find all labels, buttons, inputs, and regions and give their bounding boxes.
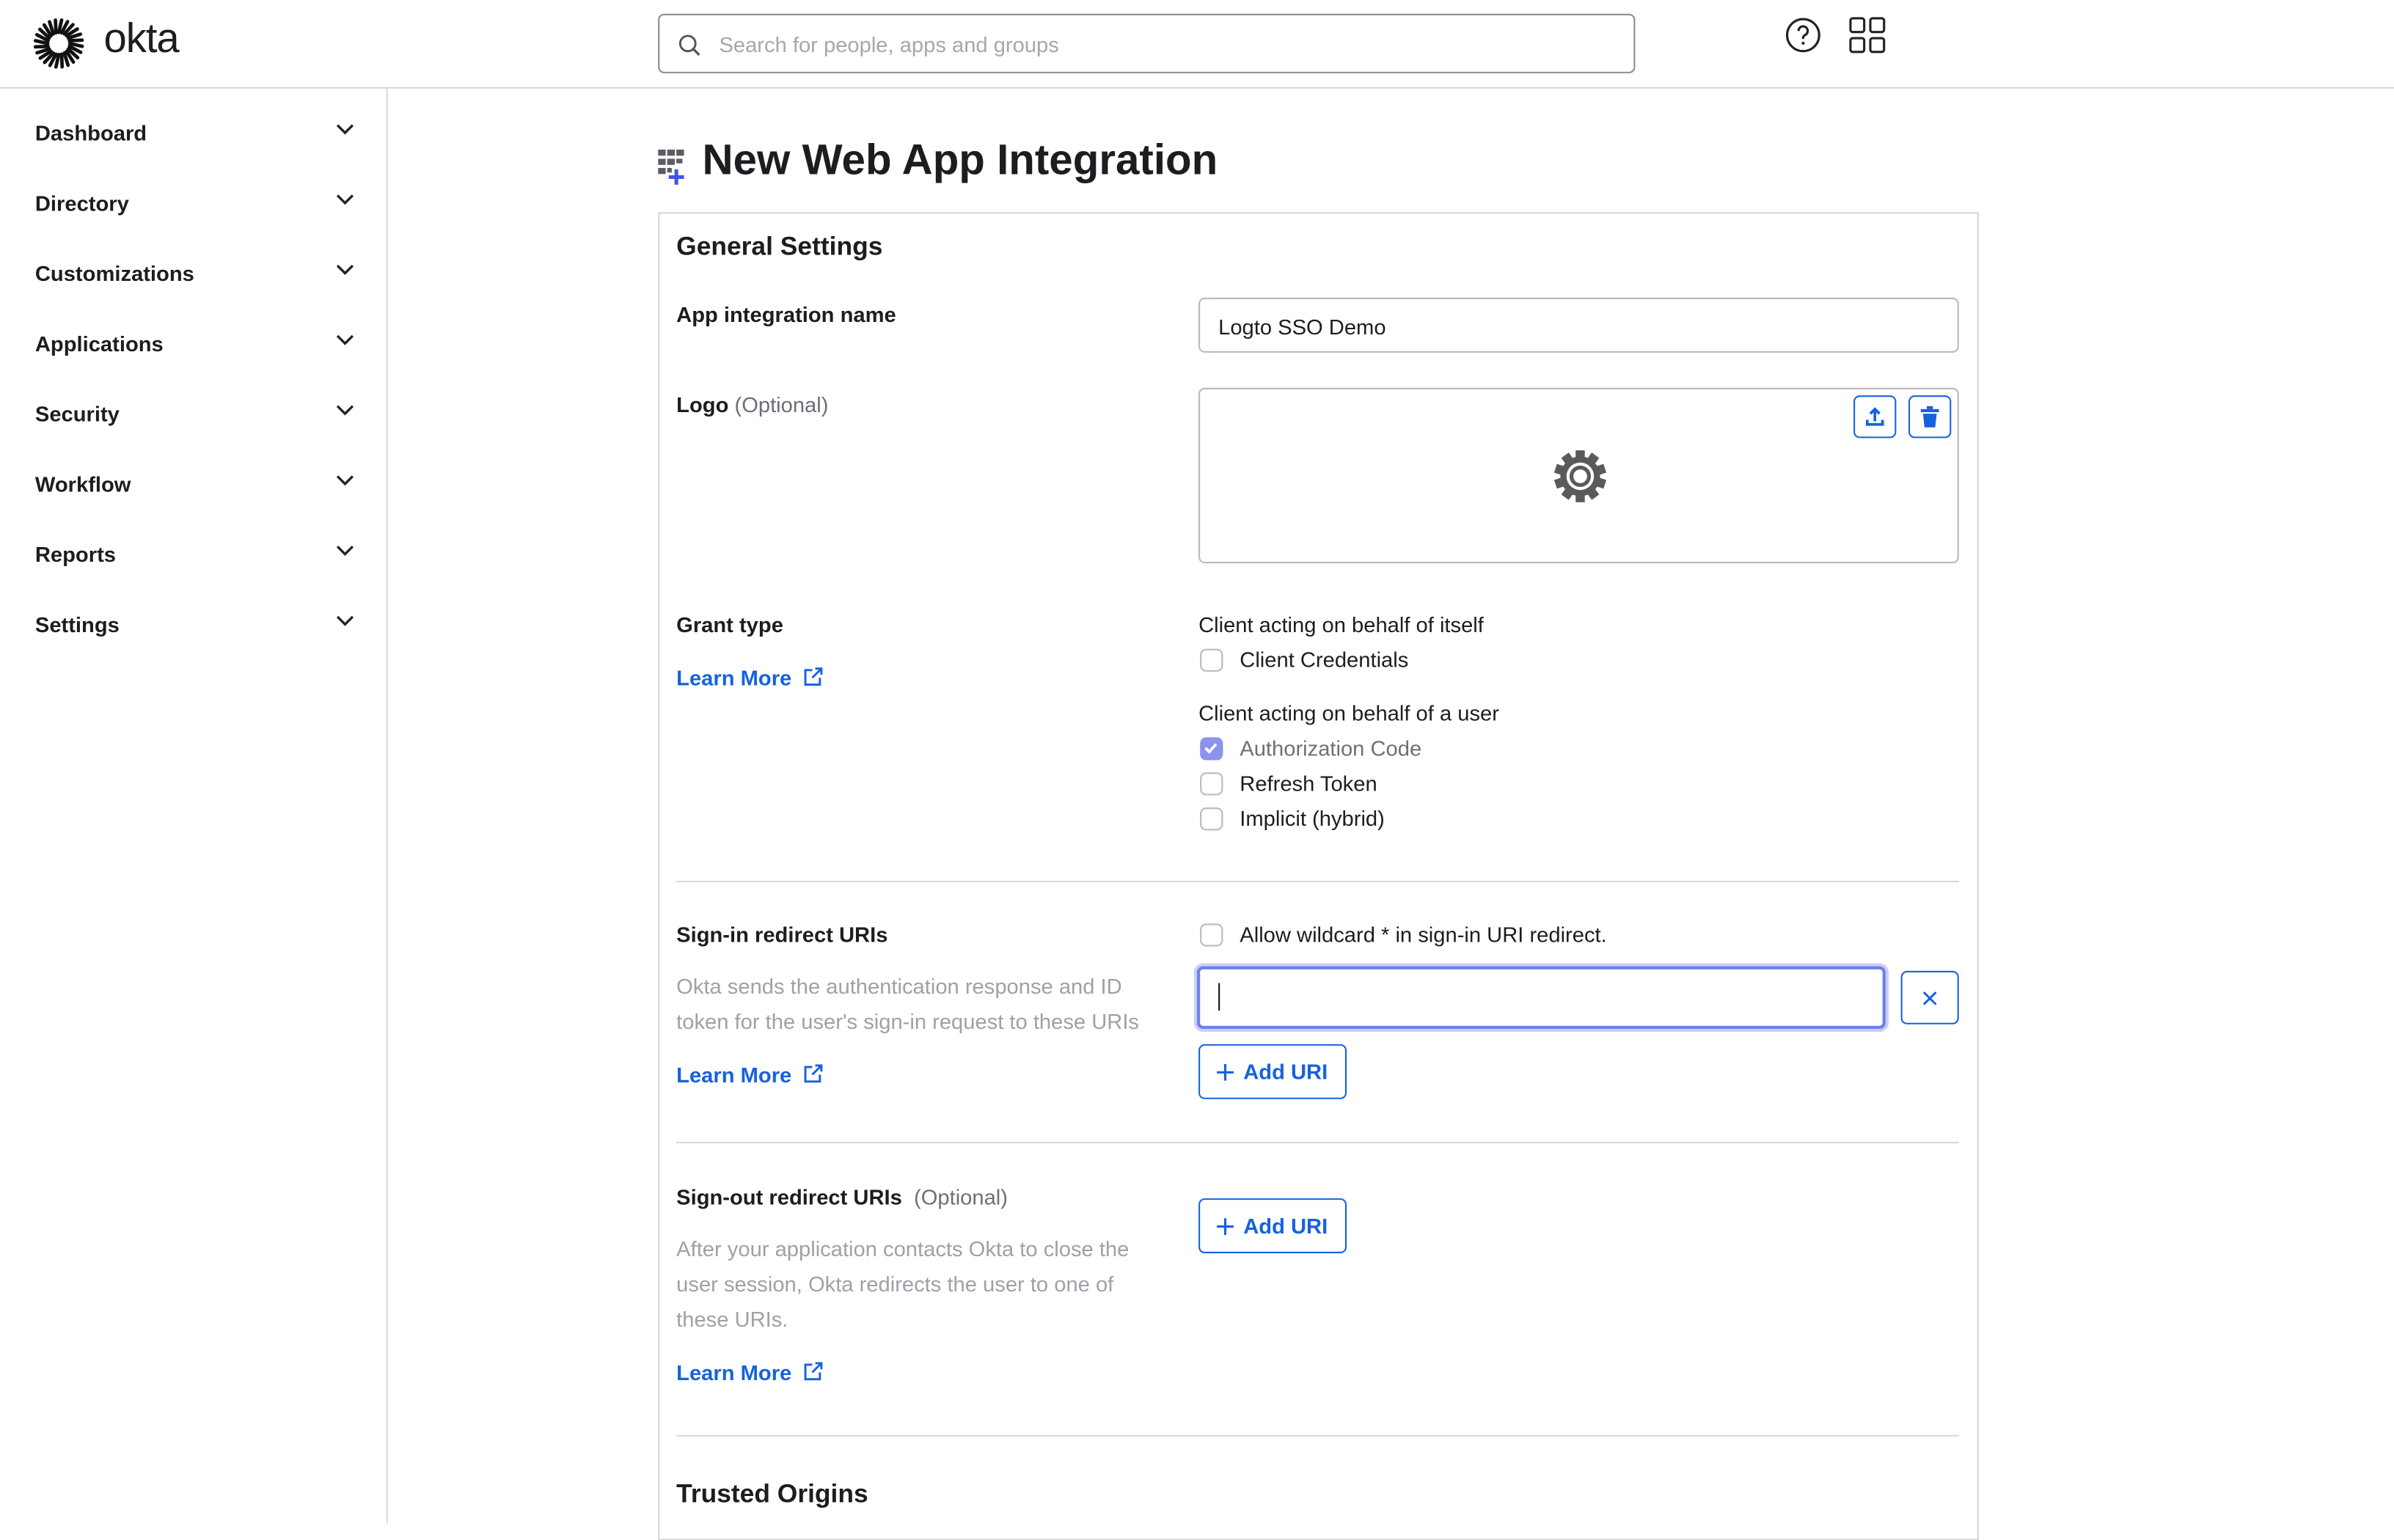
signin-label: Sign-in redirect URIs (676, 922, 888, 947)
signout-label-text: Sign-out redirect URIs (676, 1184, 902, 1209)
sidebar-item-label: Directory (34, 191, 129, 216)
add-uri-label: Add URI (1243, 1213, 1328, 1239)
signout-add-uri-button[interactable]: Add URI (1198, 1198, 1347, 1254)
signout-desc-line: these URIs. (676, 1306, 788, 1332)
sidebar-item-reports[interactable]: Reports (35, 531, 364, 576)
signin-desc-line: token for the user's sign-in request to … (676, 1008, 1139, 1034)
divider (676, 1142, 1959, 1144)
gear-icon (1553, 450, 1607, 502)
plus-icon (1217, 1217, 1234, 1234)
external-link-icon (805, 667, 824, 686)
signin-uri-input[interactable] (1196, 966, 1886, 1030)
remove-uri-button[interactable] (1900, 970, 1959, 1024)
grant-option-label: Implicit (hybrid) (1240, 806, 1385, 831)
sidebar-item-label: Customizations (34, 260, 194, 286)
learn-more-text: Learn More (676, 1062, 792, 1088)
grant-option-label: Refresh Token (1240, 771, 1377, 796)
sidebar-item-security[interactable]: Security (35, 391, 364, 436)
close-icon (1922, 990, 1937, 1005)
chevron-down-icon (336, 194, 354, 205)
text-cursor (1218, 983, 1220, 1011)
add-uri-label: Add URI (1243, 1059, 1328, 1084)
brand-name[interactable]: okta (104, 15, 180, 63)
delete-logo-button[interactable] (1908, 395, 1952, 439)
signin-desc-line: Okta sends the authentication response a… (676, 974, 1122, 999)
logo-label: Logo (Optional) (676, 392, 828, 417)
chevron-down-icon (336, 475, 354, 486)
chevron-down-icon (336, 546, 354, 556)
chevron-down-icon (336, 405, 354, 416)
sidebar-item-directory[interactable]: Directory (35, 180, 364, 226)
chevron-down-icon (336, 265, 354, 275)
signout-desc-line: After your application contacts Okta to … (676, 1236, 1130, 1261)
external-link-icon (805, 1362, 824, 1381)
signout-label: Sign-out redirect URIs (Optional) (676, 1184, 1008, 1209)
grant-group1-label: Client acting on behalf of itself (1198, 612, 1484, 637)
grant-group2-label: Client acting on behalf of a user (1198, 700, 1499, 725)
sidebar-item-label: Dashboard (34, 120, 147, 145)
grant-checkbox[interactable] (1200, 772, 1223, 796)
top-header: okta Search for people, apps and groups (0, 0, 2394, 89)
app-name-input[interactable]: Logto SSO Demo (1198, 297, 1959, 353)
trusted-origins-heading: Trusted Origins (676, 1479, 868, 1508)
grant-checkbox[interactable] (1200, 807, 1223, 831)
signin-learn-more-link[interactable]: Learn More (676, 1063, 824, 1087)
upload-logo-button[interactable] (1853, 395, 1897, 439)
sidebar: Dashboard Directory Customizations Applicat… (0, 88, 388, 1524)
grant-type-label: Grant type (676, 612, 783, 637)
app-name-value: Logto SSO Demo (1218, 314, 1386, 340)
upload-icon (1865, 407, 1884, 426)
logo-label-text: Logo (676, 392, 729, 417)
learn-more-text: Learn More (676, 665, 792, 690)
sidebar-item-workflow[interactable]: Workflow (35, 461, 364, 507)
okta-logo-icon (33, 18, 84, 69)
trash-icon (1920, 406, 1939, 428)
new-app-icon (658, 149, 684, 185)
signout-learn-more-link[interactable]: Learn More (676, 1360, 824, 1385)
sidebar-item-label: Workflow (34, 472, 131, 496)
grant-option-label: Authorization Code (1240, 736, 1422, 760)
help-icon[interactable] (1784, 17, 1821, 54)
external-link-icon (805, 1064, 824, 1083)
learn-more-text: Learn More (676, 1360, 792, 1385)
chevron-down-icon (336, 334, 354, 345)
wildcard-checkbox[interactable] (1200, 923, 1223, 947)
app-grid-icon[interactable] (1849, 17, 1886, 54)
signin-add-uri-button[interactable]: Add URI (1198, 1044, 1347, 1099)
search-input[interactable]: Search for people, apps and groups (658, 13, 1636, 73)
signout-desc-line: user session, Okta redirects the user to… (676, 1271, 1114, 1297)
page-title: New Web App Integration (702, 136, 1218, 183)
grant-checkbox[interactable] (1200, 737, 1223, 760)
plus-icon (1217, 1063, 1234, 1080)
signout-description: After your application contacts Okta to … (676, 1232, 1129, 1338)
chevron-down-icon (336, 615, 354, 626)
logo-optional: (Optional) (734, 392, 829, 417)
sidebar-item-label: Applications (34, 331, 164, 356)
divider (676, 1434, 1959, 1437)
grant-option-label: Client Credentials (1240, 647, 1409, 672)
sidebar-item-customizations[interactable]: Customizations (35, 250, 364, 296)
section-title: General Settings (676, 232, 883, 261)
app-name-label: App integration name (676, 302, 896, 327)
grant-checkbox[interactable] (1200, 648, 1223, 672)
search-icon (678, 34, 700, 56)
search-placeholder: Search for people, apps and groups (719, 32, 1059, 57)
check-icon (1204, 743, 1218, 754)
sidebar-item-settings[interactable]: Settings (35, 601, 364, 647)
divider (676, 881, 1959, 883)
signout-optional: (Optional) (914, 1184, 1008, 1209)
signin-description: Okta sends the authentication response a… (676, 969, 1139, 1040)
sidebar-item-dashboard[interactable]: Dashboard (35, 110, 364, 155)
logo-dropzone[interactable] (1198, 387, 1959, 564)
wildcard-label: Allow wildcard * in sign-in URI redirect… (1240, 922, 1607, 947)
grant-type-learn-more-link[interactable]: Learn More (676, 666, 824, 690)
sidebar-item-applications[interactable]: Applications (35, 320, 364, 366)
sidebar-item-label: Reports (34, 541, 117, 567)
chevron-down-icon (336, 124, 354, 135)
sidebar-item-label: Security (34, 401, 120, 426)
sidebar-item-label: Settings (34, 612, 120, 637)
